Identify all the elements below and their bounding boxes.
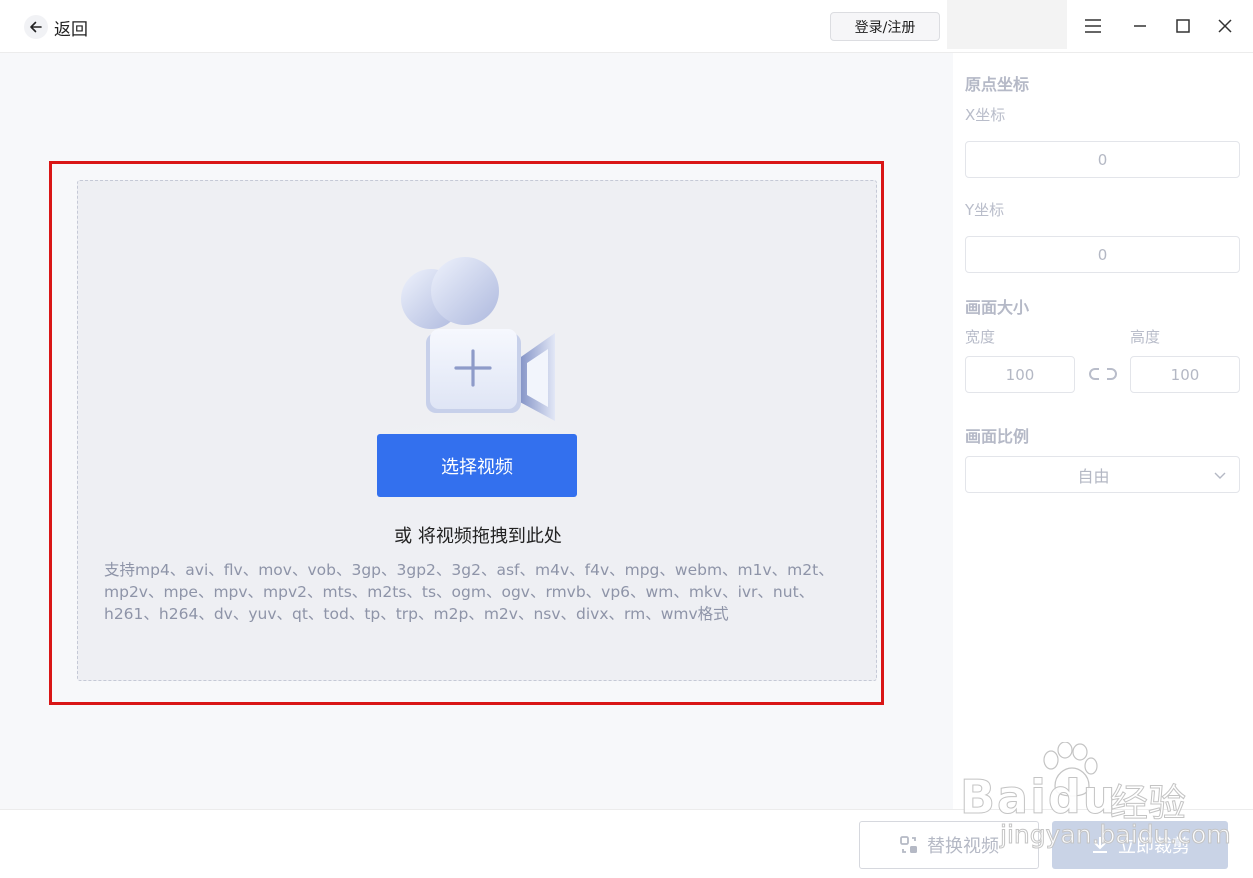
crop-now-button[interactable]: 立即裁剪 (1052, 821, 1228, 869)
origin-title: 原点坐标 (965, 75, 1030, 94)
width-input[interactable]: 100 (965, 356, 1075, 393)
main-area: 选择视频 或 将视频拖拽到此处 支持mp4、avi、flv、mov、vob、3g… (0, 53, 953, 809)
aspect-ratio-select[interactable]: 自由 (965, 456, 1240, 493)
back-label: 返回 (54, 19, 88, 40)
footer-bar: 替换视频 立即裁剪 (0, 809, 1253, 878)
menu-icon[interactable] (1077, 10, 1109, 42)
video-camera-add-icon (293, 257, 663, 431)
replace-video-button[interactable]: 替换视频 (859, 821, 1039, 869)
arrow-left-icon (24, 15, 48, 39)
video-drop-zone[interactable]: 选择视频 或 将视频拖拽到此处 支持mp4、avi、flv、mov、vob、3g… (77, 180, 877, 681)
replace-video-label: 替换视频 (927, 836, 999, 857)
height-label: 高度 (1130, 328, 1161, 346)
size-title: 画面大小 (965, 298, 1030, 317)
chevron-down-icon (1214, 472, 1226, 479)
ratio-value: 自由 (1077, 466, 1110, 486)
title-bar: 返回 登录/注册 (0, 0, 1253, 53)
back-button[interactable]: 返回 (24, 15, 88, 40)
supported-formats: 支持mp4、avi、flv、mov、vob、3gp、3gp2、3g2、asf、m… (104, 561, 834, 623)
ratio-title: 画面比例 (965, 427, 1030, 446)
width-label: 宽度 (965, 328, 996, 346)
minimize-icon[interactable] (1124, 10, 1156, 42)
select-video-button[interactable]: 选择视频 (377, 434, 577, 497)
drop-hint: 或 将视频拖拽到此处 (394, 526, 562, 547)
close-icon[interactable] (1209, 10, 1241, 42)
crop-now-label: 立即裁剪 (1118, 836, 1190, 857)
height-input[interactable]: 100 (1130, 356, 1240, 393)
login-register-button[interactable]: 登录/注册 (830, 12, 940, 41)
y-label: Y坐标 (965, 201, 1005, 219)
link-ratio-icon[interactable] (1088, 366, 1118, 382)
x-label: X坐标 (965, 106, 1006, 124)
x-coordinate-input[interactable]: 0 (965, 141, 1240, 178)
download-icon (1090, 835, 1110, 855)
user-area (947, 0, 1067, 49)
maximize-icon[interactable] (1167, 10, 1199, 42)
replace-icon (899, 835, 919, 855)
y-coordinate-input[interactable]: 0 (965, 236, 1240, 273)
settings-panel: 原点坐标 X坐标 0 Y坐标 0 画面大小 宽度 高度 100 100 画面比例… (953, 53, 1253, 809)
